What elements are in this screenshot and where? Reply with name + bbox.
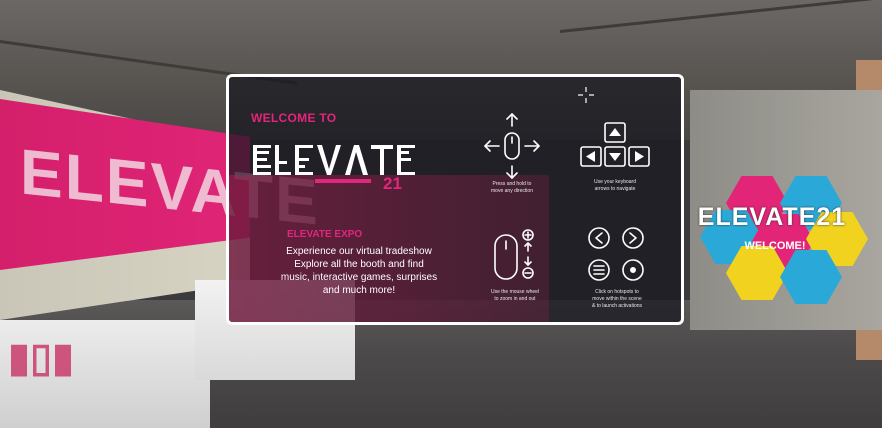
mouse-wheel-icon bbox=[494, 229, 534, 280]
drag-caption: Press and hold to bbox=[492, 181, 532, 187]
control-zoom-hint: Use the mouse wheel to zoom in and out bbox=[477, 227, 553, 303]
logo-number: 21 bbox=[383, 174, 402, 191]
elevate-logo: 21 bbox=[253, 145, 415, 191]
standee-title: ELEVATE21 bbox=[697, 203, 847, 231]
crosshair-cursor-icon bbox=[578, 87, 594, 103]
hotspot-caption: Click on hotspots to bbox=[595, 289, 639, 295]
description-line: music, interactive games, surprises bbox=[280, 272, 438, 283]
hotspot-caption: & to launch activations bbox=[591, 303, 643, 309]
drag-caption: move any direction bbox=[491, 188, 533, 194]
description-line: Experience our virtual tradeshow bbox=[286, 246, 432, 257]
control-hotspot-hint: Click on hotspots to move within the sce… bbox=[573, 225, 661, 310]
control-drag-hint: Press and hold to move any direction bbox=[477, 111, 547, 195]
control-keyboard-hint: Use your keyboard arrows to navigate bbox=[573, 121, 657, 193]
expo-title: ELEVATE EXPO bbox=[287, 229, 363, 240]
hotspot-icons bbox=[588, 227, 644, 281]
standee-subtitle: WELCOME! bbox=[744, 240, 806, 252]
zoom-caption: to zoom in and out bbox=[494, 296, 536, 302]
keyboard-caption: Use your keyboard bbox=[594, 179, 636, 185]
welcome-heading: WELCOME TO bbox=[251, 111, 337, 125]
hotspot-caption: move within the scene bbox=[592, 296, 642, 302]
welcome-modal[interactable]: WELCOME TO 21 ELEVATE EXPO Experience ou… bbox=[226, 74, 684, 325]
counter-decor: ▮▯▮ bbox=[8, 336, 75, 380]
mouse-drag-icon bbox=[484, 113, 540, 179]
description-line: and much more! bbox=[322, 285, 396, 296]
keyboard-caption: arrows to navigate bbox=[594, 186, 636, 192]
arrow-keys-icon bbox=[580, 122, 650, 167]
description-line: Explore all the booth and find bbox=[294, 259, 424, 270]
zoom-caption: Use the mouse wheel bbox=[490, 289, 540, 295]
expo-description: Experience our virtual tradeshow Explore… bbox=[249, 245, 469, 297]
